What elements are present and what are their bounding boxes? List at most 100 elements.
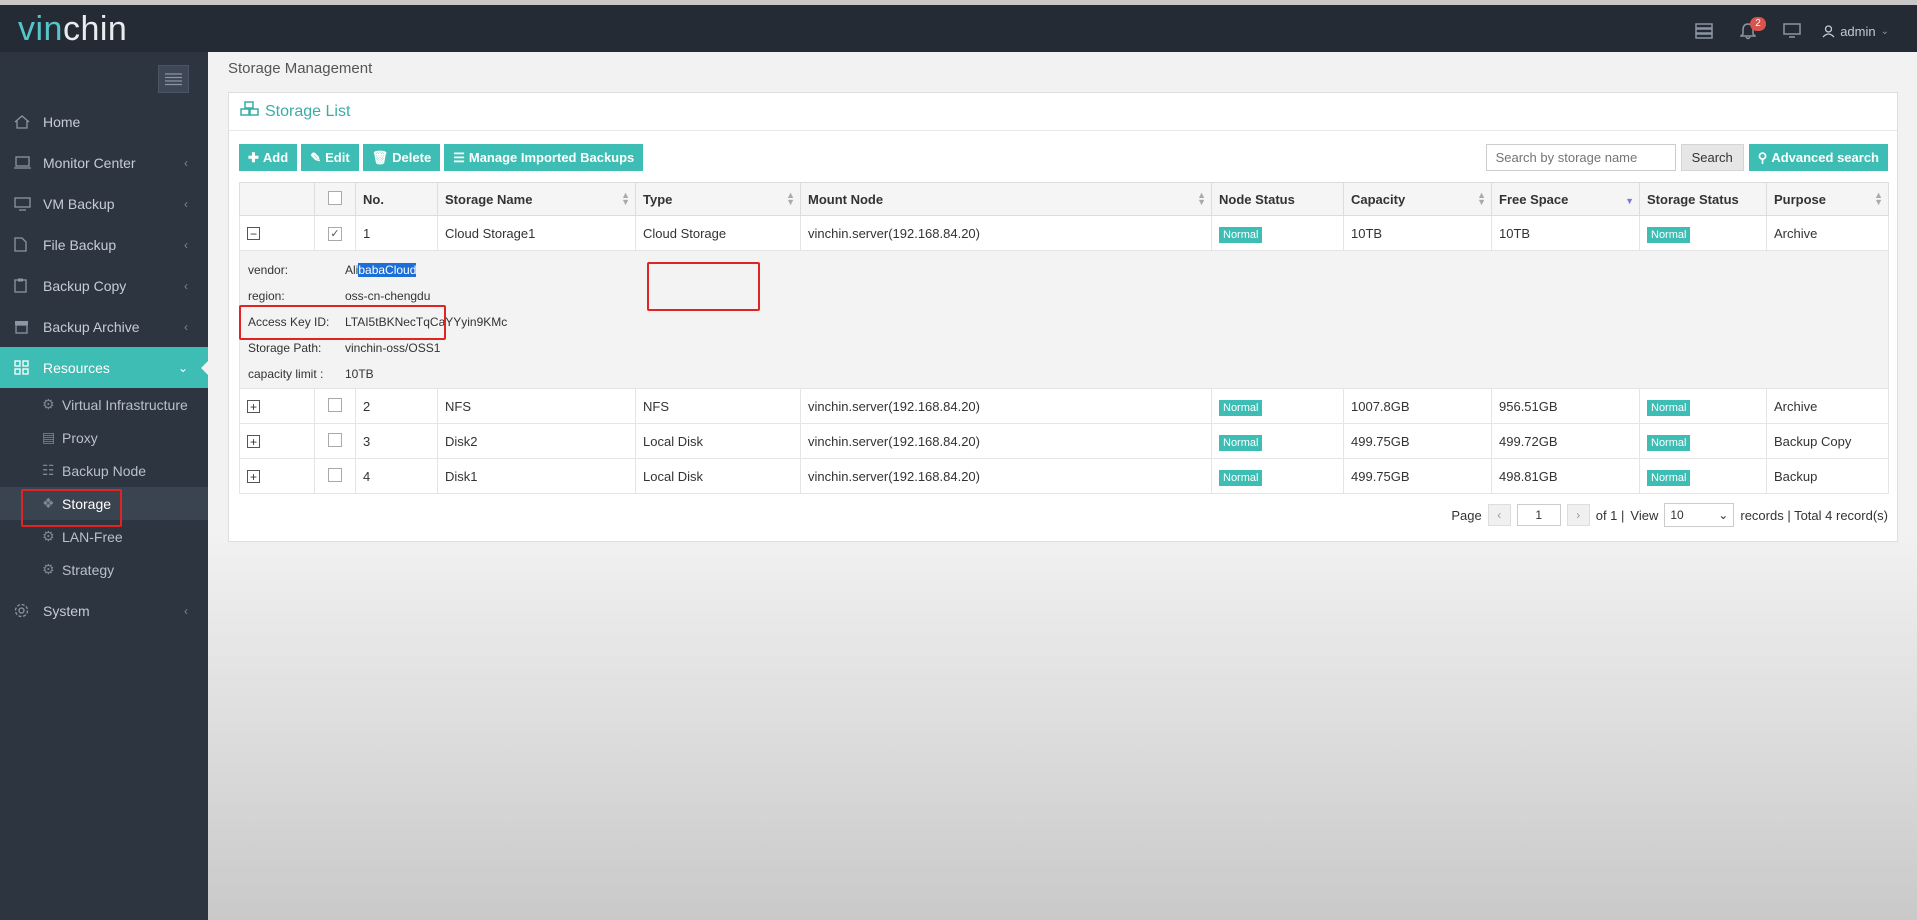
prev-page-button[interactable]: ‹	[1487, 504, 1511, 526]
expand-icon[interactable]: +	[247, 435, 260, 448]
column-header-free-space[interactable]: Free Space ▼	[1491, 182, 1640, 216]
column-header-capacity[interactable]: Capacity ▲ ▼	[1343, 182, 1492, 216]
row-checkbox[interactable]	[328, 432, 342, 447]
vendor-value[interactable]: AlibabaCloud	[345, 263, 417, 277]
chevron-left-icon: ‹	[184, 196, 188, 211]
user-menu[interactable]: admin ⌄	[1822, 24, 1889, 39]
column-header-no[interactable]: No.	[355, 182, 438, 216]
gear-icon	[14, 603, 34, 618]
search-area: Search ⚲Advanced search	[1485, 144, 1888, 171]
home-icon	[14, 114, 34, 129]
column-header-node-status[interactable]: Node Status	[1211, 182, 1344, 216]
sidebar-item-resources[interactable]: Resources ⌄	[0, 347, 209, 388]
cogs-icon: ⚙	[42, 528, 55, 544]
select-all-column-header	[314, 182, 356, 216]
table-row[interactable]: + 4 Disk1 Local Disk vinchin.server(192.…	[239, 458, 1889, 494]
cell-no: 1	[355, 215, 438, 251]
chevron-down-icon: ⌄	[1880, 25, 1889, 37]
cell-mount-node: vinchin.server(192.168.84.20)	[800, 215, 1212, 251]
sidebar-toggle-button[interactable]	[158, 65, 189, 93]
cell-capacity: 499.75GB	[1343, 458, 1492, 494]
row-detail-expanded: vendor: AlibabaCloud region: oss-cn-chen…	[239, 250, 1889, 389]
manage-imported-backups-button[interactable]: ☰ Manage Imported Backups	[444, 144, 644, 171]
desktop-icon	[14, 196, 34, 211]
row-checkbox-checked[interactable]: ✓	[328, 226, 342, 241]
cell-purpose: Backup	[1766, 458, 1889, 494]
search-button[interactable]: Search	[1680, 144, 1744, 171]
detail-access-key-id: Access Key ID: LTAI5tBKNecTqCaYYyin9KMc	[248, 315, 508, 329]
notification-badge: 2	[1750, 17, 1766, 31]
sidebar-item-system[interactable]: System ‹	[0, 590, 208, 631]
cell-no: 4	[355, 458, 438, 494]
menu-icon	[165, 72, 182, 85]
expand-icon[interactable]: +	[247, 400, 260, 413]
column-header-storage-status[interactable]: Storage Status	[1639, 182, 1767, 216]
table-row[interactable]: + 3 Disk2 Local Disk vinchin.server(192.…	[239, 423, 1889, 459]
sidebar-sub-lan-free[interactable]: ⚙ LAN-Free	[0, 520, 208, 553]
advanced-search-button[interactable]: ⚲ Advanced search	[1748, 144, 1888, 171]
page-input[interactable]: 1	[1516, 504, 1561, 526]
per-page-select[interactable]: 10 ⌄	[1664, 503, 1735, 527]
search-input[interactable]	[1485, 144, 1676, 171]
select-all-checkbox[interactable]	[328, 190, 342, 205]
sidebar-item-backup-archive[interactable]: Backup Archive ‹	[0, 306, 208, 347]
chevron-down-icon: ⌄	[177, 360, 188, 375]
top-bar: vinchin 2 admin ⌄	[0, 0, 1917, 52]
chevron-left-icon: ‹	[184, 155, 188, 170]
server-icon[interactable]	[1682, 10, 1726, 52]
selected-text: babaCloud	[358, 263, 417, 277]
chevron-left-icon: ‹	[184, 237, 188, 252]
table-row[interactable]: − ✓ 1 Cloud Storage1 Cloud Storage vinch…	[239, 215, 1889, 251]
cell-mount-node: vinchin.server(192.168.84.20)	[800, 423, 1212, 459]
search-icon: ⚲	[1757, 149, 1768, 165]
row-checkbox[interactable]	[328, 467, 342, 482]
sort-desc-icon: ▼	[1625, 196, 1634, 206]
username: admin	[1840, 23, 1876, 39]
delete-button[interactable]: 🗑 Delete	[362, 144, 441, 171]
column-header-mount-node[interactable]: Mount Node ▲ ▼	[800, 182, 1212, 216]
column-header-storage-name[interactable]: Storage Name ▲ ▼	[437, 182, 636, 216]
sort-icon: ▲ ▼	[621, 190, 630, 207]
expand-column-header	[239, 182, 315, 216]
cell-storage-name: Cloud Storage1	[437, 215, 636, 251]
cell-capacity: 10TB	[1343, 215, 1492, 251]
sidebar-item-vm-backup[interactable]: VM Backup ‹	[0, 183, 208, 224]
sidebar-sub-storage[interactable]: ❖ Storage	[0, 487, 208, 520]
sort-icon: ▲ ▼	[1197, 190, 1206, 207]
clipboard-icon	[14, 278, 34, 293]
edit-button[interactable]: ✎ Edit	[301, 144, 359, 171]
cell-capacity: 499.75GB	[1343, 423, 1492, 459]
sidebar-item-monitor-center[interactable]: Monitor Center ‹	[0, 142, 208, 183]
panel-title: Storage List	[265, 102, 351, 120]
sidebar-item-home[interactable]: Home	[0, 101, 208, 142]
cell-purpose: Backup Copy	[1766, 423, 1889, 459]
next-page-button[interactable]: ›	[1566, 504, 1590, 526]
table-header-row: No. Storage Name ▲ ▼ Type ▲ ▼ Mount Node ▲ ▼ N…	[239, 182, 1889, 216]
sidebar-sub-proxy[interactable]: ▤ Proxy	[0, 421, 208, 454]
vinchin-logo[interactable]: vinchin	[18, 10, 127, 49]
detail-vendor: vendor: AlibabaCloud	[248, 263, 417, 277]
database-icon: ☰	[453, 149, 465, 165]
edit-icon: ✎	[310, 149, 322, 165]
chevron-left-icon: ‹	[184, 319, 188, 334]
cell-storage-name: Disk1	[437, 458, 636, 494]
sort-icon: ▲ ▼	[1477, 190, 1486, 207]
sidebar-sub-backup-node[interactable]: ☷ Backup Node	[0, 454, 208, 487]
sidebar-item-backup-copy[interactable]: Backup Copy ‹	[0, 265, 208, 306]
monitor-icon[interactable]	[1770, 10, 1814, 52]
cell-free-space: 499.72GB	[1491, 423, 1640, 459]
column-header-type[interactable]: Type ▲ ▼	[635, 182, 801, 216]
column-header-purpose[interactable]: Purpose ▲ ▼	[1766, 182, 1889, 216]
cell-mount-node: vinchin.server(192.168.84.20)	[800, 388, 1212, 424]
bell-icon[interactable]: 2	[1726, 10, 1770, 52]
sidebar-item-file-backup[interactable]: File Backup ‹	[0, 224, 208, 265]
add-button[interactable]: ✚ Add	[239, 144, 298, 171]
cell-free-space: 10TB	[1491, 215, 1640, 251]
expand-icon[interactable]: +	[247, 470, 260, 483]
collapse-icon[interactable]: −	[247, 227, 260, 240]
row-checkbox[interactable]	[328, 397, 342, 412]
document-icon: ▤	[42, 429, 56, 445]
sidebar-sub-virtual-infrastructure[interactable]: ⚙ Virtual Infrastructure	[0, 388, 208, 421]
sidebar-sub-strategy[interactable]: ⚙ Strategy	[0, 553, 208, 586]
table-row[interactable]: + 2 NFS NFS vinchin.server(192.168.84.20…	[239, 388, 1889, 424]
